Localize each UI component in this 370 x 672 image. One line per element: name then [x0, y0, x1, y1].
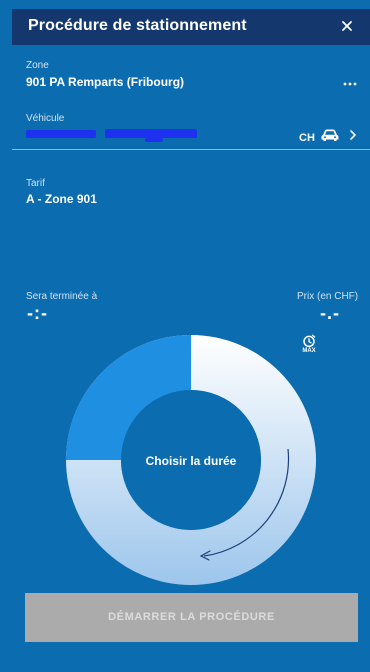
vehicle-label: Véhicule: [26, 113, 65, 124]
zone-more-button[interactable]: [342, 76, 358, 86]
close-button[interactable]: [336, 15, 358, 37]
more-dots-icon: [343, 82, 357, 86]
choose-duration-label: Choisir la durée: [145, 454, 237, 468]
vehicle-country: CH: [299, 132, 315, 144]
close-icon: [342, 21, 352, 31]
vehicle-selector[interactable]: CH: [12, 124, 370, 150]
zone-label: Zone: [26, 60, 49, 71]
parking-screen: Procédure de stationnement Zone 901 PA R…: [0, 0, 370, 672]
end-time-label: Sera terminée à: [26, 291, 98, 302]
redacted-mark: [145, 138, 163, 142]
tariff-label: Tarif: [26, 178, 45, 189]
price-value: -.-: [320, 303, 340, 323]
chevron-right-icon: [350, 130, 356, 140]
redacted-vehicle-name: [105, 129, 197, 138]
start-procedure-button[interactable]: DÉMARRER LA PROCÉDURE: [25, 593, 358, 642]
price-label: Prix (en CHF): [297, 291, 359, 302]
car-icon: [321, 129, 339, 141]
header-bar: Procédure de stationnement: [12, 9, 370, 45]
redacted-plate: [26, 130, 96, 138]
zone-value: 901 PA Remparts (Fribourg): [26, 75, 185, 89]
end-time-value: -:-: [27, 303, 48, 323]
page-title: Procédure de stationnement: [28, 17, 247, 34]
tariff-value: A - Zone 901: [26, 192, 97, 206]
